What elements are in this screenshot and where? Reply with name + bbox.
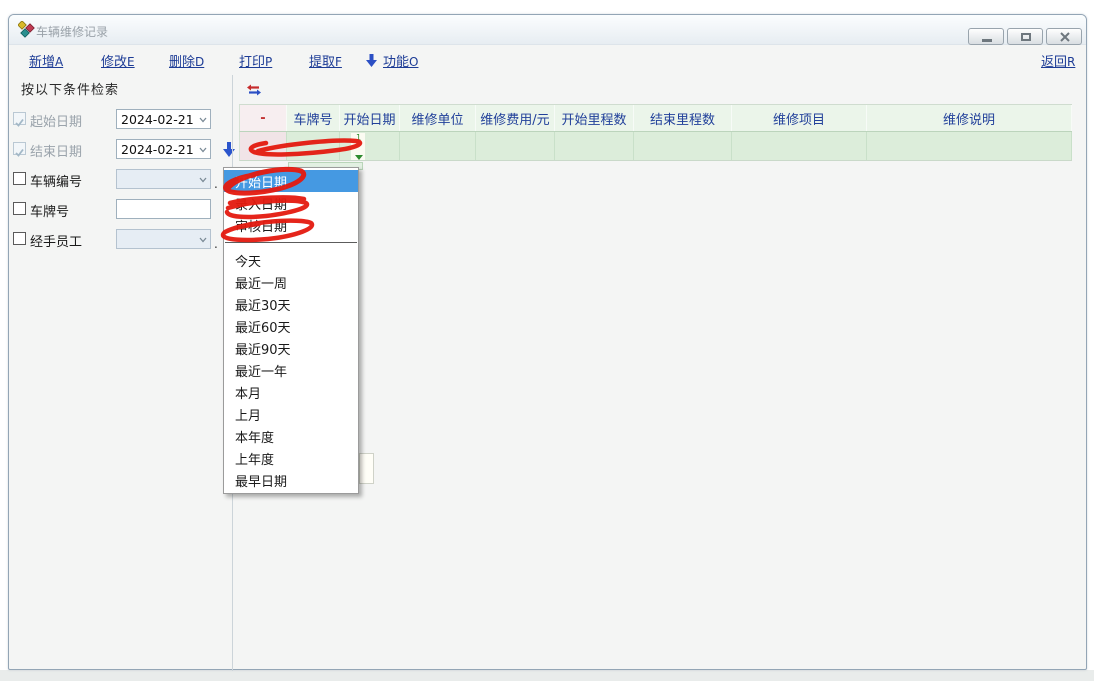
menu-item-functions[interactable]: 功能O	[383, 51, 418, 69]
screen: 车辆维修记录 新增A 修改E 删除D 打印P 提取F 功能O 返回R 按以下条件…	[0, 0, 1094, 681]
menu-item-add[interactable]: 新增A	[29, 51, 63, 69]
dropdown-item-last-60-days[interactable]: 最近60天	[224, 315, 358, 337]
start-date-value: 2024-02-21	[121, 112, 194, 127]
dropdown-item-start-date[interactable]: 开始日期	[224, 170, 358, 192]
menu-item-delete[interactable]: 删除D	[169, 51, 204, 69]
row-flag-number: 1	[356, 134, 361, 142]
plate-number-input[interactable]	[116, 199, 211, 219]
search-row-vehicle-id: 车辆编号 .	[9, 169, 231, 189]
row-cell-plate-number[interactable]	[287, 132, 340, 160]
chevron-down-icon	[199, 147, 207, 153]
row-cell-repair-items[interactable]	[732, 132, 867, 160]
chevron-down-icon	[199, 117, 207, 123]
apply-filter-arrow-button[interactable]	[223, 142, 235, 157]
down-arrow-icon	[366, 54, 377, 67]
row-indicator-cell[interactable]	[240, 132, 287, 160]
row-cell-repair-unit[interactable]	[400, 132, 476, 160]
titlebar[interactable]: 车辆维修记录	[9, 15, 1086, 45]
vehicle-repair-records-window: 车辆维修记录 新增A 修改E 删除D 打印P 提取F 功能O 返回R 按以下条件…	[8, 14, 1087, 670]
minimize-button[interactable]	[968, 28, 1004, 45]
column-header-repair-cost[interactable]: 维修费用/元	[476, 105, 555, 131]
background-edit-box	[359, 453, 374, 484]
dot-mark: .	[214, 177, 218, 191]
dropdown-triangle-icon	[355, 155, 363, 160]
maximize-icon	[1021, 33, 1031, 41]
close-icon	[1060, 32, 1070, 42]
dropdown-item-last-year[interactable]: 最近一年	[224, 359, 358, 381]
dropdown-item-today[interactable]: 今天	[224, 249, 358, 271]
column-header-end-mileage[interactable]: 结束里程数	[634, 105, 732, 131]
dropdown-separator	[225, 242, 357, 243]
handler-combo[interactable]	[116, 229, 211, 249]
check-icon	[14, 147, 25, 158]
column-header-start-mileage[interactable]: 开始里程数	[555, 105, 634, 131]
maximize-button[interactable]	[1007, 28, 1043, 45]
dropdown-item-prev-month[interactable]: 上月	[224, 403, 358, 425]
row-cell-end-mileage[interactable]	[634, 132, 732, 160]
dropdown-item-earliest-date[interactable]: 最早日期	[224, 469, 358, 491]
dropdown-item-audit-date[interactable]: 审核日期	[224, 214, 358, 236]
column-header-indicator[interactable]: -	[240, 105, 287, 131]
vehicle-id-label: 车辆编号	[30, 171, 82, 190]
dot-mark: .	[214, 237, 218, 251]
checkbox-vehicle-id[interactable]	[13, 172, 26, 185]
search-row-handler: 经手员工 .	[9, 229, 231, 249]
column-header-repair-notes[interactable]: 维修说明	[867, 105, 1072, 131]
window-bottom-strip	[0, 670, 1094, 681]
menu-item-edit[interactable]: 修改E	[101, 51, 135, 69]
dropdown-item-last-30-days[interactable]: 最近30天	[224, 293, 358, 315]
date-filter-dropdown: 开始日期 录入日期 审核日期 今天 最近一周 最近30天 最近60天 最近90天…	[223, 167, 359, 494]
row-cell-start-date[interactable]	[340, 132, 400, 160]
handler-label: 经手员工	[30, 231, 82, 250]
swap-columns-icon[interactable]	[246, 84, 262, 96]
minimize-icon	[982, 39, 992, 42]
checkbox-plate-number[interactable]	[13, 202, 26, 215]
plate-number-label: 车牌号	[30, 201, 69, 220]
chevron-down-icon	[199, 177, 207, 183]
end-date-label: 结束日期	[30, 141, 82, 160]
search-row-start-date: 起始日期 2024-02-21	[9, 109, 231, 129]
search-row-end-date: 结束日期 2024-02-21	[9, 139, 231, 159]
check-icon	[14, 117, 25, 128]
column-header-repair-items[interactable]: 维修项目	[732, 105, 867, 131]
row-cell-repair-cost[interactable]	[476, 132, 555, 160]
dropdown-item-last-week[interactable]: 最近一周	[224, 271, 358, 293]
menu-item-extract[interactable]: 提取F	[309, 51, 342, 69]
checkbox-start-date[interactable]	[13, 112, 26, 125]
row-cell-start-mileage[interactable]	[555, 132, 634, 160]
end-date-combo[interactable]: 2024-02-21	[116, 139, 211, 159]
dropdown-item-entry-date[interactable]: 录入日期	[224, 192, 358, 214]
cell-dropdown-button[interactable]: 1	[353, 134, 364, 160]
dropdown-item-last-90-days[interactable]: 最近90天	[224, 337, 358, 359]
menu-item-return[interactable]: 返回R	[1041, 51, 1075, 69]
checkbox-end-date[interactable]	[13, 142, 26, 155]
row-cell-repair-notes[interactable]	[867, 132, 1072, 160]
column-header-plate-number[interactable]: 车牌号	[287, 105, 340, 131]
search-row-plate-number: 车牌号	[9, 199, 231, 219]
app-icon	[18, 21, 35, 38]
dropdown-item-prev-year[interactable]: 上年度	[224, 447, 358, 469]
menu-item-print[interactable]: 打印P	[239, 51, 272, 69]
grid-header-row: - 车牌号 开始日期 维修单位 维修费用/元 开始里程数 结束里程数 维修项目 …	[239, 104, 1072, 132]
end-date-value: 2024-02-21	[121, 142, 194, 157]
search-panel-title: 按以下条件检索	[21, 79, 119, 98]
column-header-repair-unit[interactable]: 维修单位	[400, 105, 476, 131]
vehicle-id-combo[interactable]	[116, 169, 211, 189]
chevron-down-icon	[199, 237, 207, 243]
dropdown-item-this-year[interactable]: 本年度	[224, 425, 358, 447]
window-title: 车辆维修记录	[36, 23, 108, 40]
close-button[interactable]	[1046, 28, 1082, 45]
dropdown-item-this-month[interactable]: 本月	[224, 381, 358, 403]
start-date-label: 起始日期	[30, 111, 82, 130]
checkbox-handler[interactable]	[13, 232, 26, 245]
column-header-start-date[interactable]: 开始日期	[340, 105, 400, 131]
start-date-combo[interactable]: 2024-02-21	[116, 109, 211, 129]
